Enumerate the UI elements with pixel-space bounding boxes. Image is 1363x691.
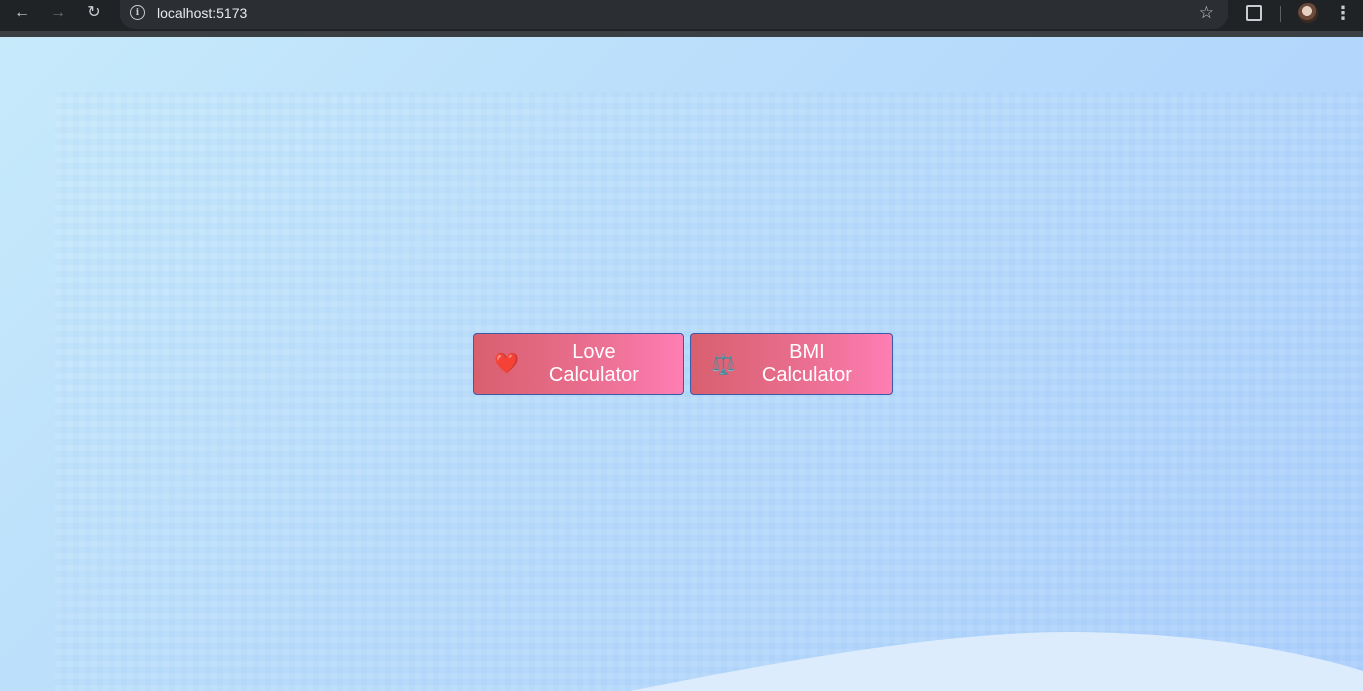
- page-content: ❤️ Love Calculator ⚖️ BMI Calculator: [0, 37, 1363, 691]
- info-icon[interactable]: i: [130, 5, 145, 20]
- bmi-calculator-label: BMI Calculator: [761, 341, 852, 386]
- forward-button[interactable]: →: [45, 3, 71, 23]
- bmi-calculator-button[interactable]: ⚖️ BMI Calculator: [690, 333, 893, 395]
- love-calculator-label: Love Calculator: [548, 341, 639, 386]
- address-bar[interactable]: i localhost:5173 ☆: [120, 0, 1228, 29]
- url-text[interactable]: localhost:5173: [157, 5, 247, 21]
- arrow-right-icon: →: [50, 4, 66, 21]
- toolbar-divider: [1280, 6, 1281, 22]
- heart-icon: ❤️: [494, 353, 519, 375]
- scale-icon: ⚖️: [711, 352, 736, 376]
- love-calculator-button[interactable]: ❤️ Love Calculator: [473, 333, 684, 395]
- calculator-buttons: ❤️ Love Calculator ⚖️ BMI Calculator: [473, 333, 893, 395]
- reload-icon: ↻: [87, 4, 101, 21]
- arrow-left-icon: ←: [14, 4, 30, 21]
- browser-toolbar: ← → ↻ i localhost:5173 ☆ ⋮: [0, 0, 1363, 37]
- bottom-wave: [630, 631, 1363, 691]
- back-button[interactable]: ←: [9, 3, 35, 23]
- star-icon[interactable]: ☆: [1199, 3, 1214, 23]
- avatar[interactable]: [1298, 3, 1318, 23]
- reload-button[interactable]: ↻: [81, 3, 107, 23]
- kebab-menu-icon[interactable]: ⋮: [1333, 2, 1353, 24]
- puzzle-icon[interactable]: [1243, 3, 1265, 23]
